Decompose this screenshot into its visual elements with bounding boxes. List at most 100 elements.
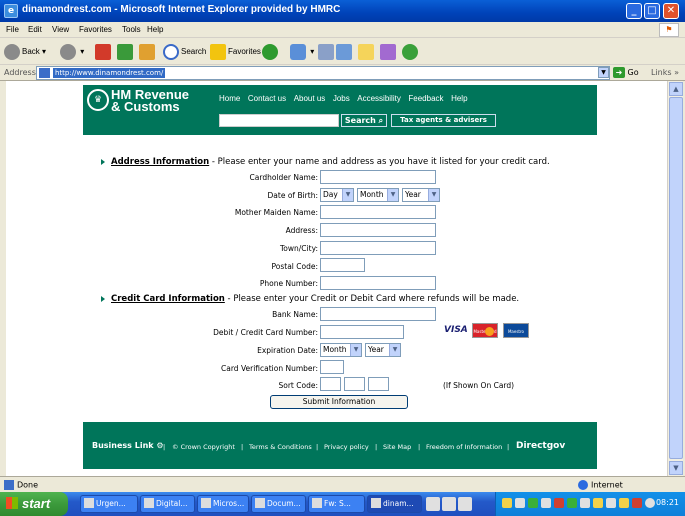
stop-icon [95,43,111,60]
home-button[interactable] [139,43,157,61]
status-text: Done [4,480,38,490]
nav-contact[interactable]: Contact us [248,94,286,103]
tray-icon[interactable] [515,498,525,508]
cvn-input[interactable] [320,360,344,374]
expiry-year-select[interactable]: Year ▼ [365,343,401,357]
edit-button[interactable] [336,43,354,61]
hmrc-name-line2: & Customs [111,99,180,114]
menu-tools[interactable]: Tools [122,25,141,34]
town-input[interactable] [320,241,436,255]
refresh-button[interactable] [117,43,135,61]
footer-privacy[interactable]: Privacy policy [324,443,369,451]
scroll-thumb[interactable] [669,97,683,459]
magnifier-icon: ⌕ [378,116,384,125]
menu-help[interactable]: Help [147,25,163,34]
back-button[interactable]: Back ▾ [4,43,46,61]
tray-icon[interactable] [580,498,590,508]
research-button[interactable] [380,43,398,61]
submit-button[interactable]: Submit Information [270,395,408,409]
vertical-scrollbar[interactable]: ▲ ▼ [667,81,683,476]
nav-accessibility[interactable]: Accessibility [357,94,401,103]
tray-icon[interactable] [502,498,512,508]
tray-icon[interactable] [554,498,564,508]
directgov-logo[interactable]: Directgov [516,441,565,451]
nav-about[interactable]: About us [294,94,326,103]
tray-icon[interactable] [541,498,551,508]
tax-agents-link[interactable]: Tax agents & advisers [391,114,496,127]
footer-sitemap[interactable]: Site Map [383,443,411,451]
task-button[interactable]: Fw: S... [308,495,365,513]
sort-code-input-1[interactable] [320,377,341,391]
menu-favorites[interactable]: Favorites [79,25,112,34]
nav-feedback[interactable]: Feedback [408,94,443,103]
sort-code-input-2[interactable] [344,377,365,391]
site-search-input[interactable] [219,114,339,127]
toolbar: Back ▾ ▾ Search Favorites ▾ [0,39,685,65]
mail-button[interactable]: ▾ [290,43,314,61]
maiden-name-input[interactable] [320,205,436,219]
menu-file[interactable]: File [6,25,19,34]
task-button[interactable]: Urgen... [80,495,138,513]
sort-code-input-3[interactable] [368,377,389,391]
scroll-up-icon[interactable]: ▲ [669,82,683,96]
tray-icon[interactable] [606,498,616,508]
address-input[interactable]: http://www.dinamondrest.com/ [36,66,610,80]
footer-copyright[interactable]: © Crown Copyright [172,443,235,451]
nav-home[interactable]: Home [219,94,240,103]
quicklaunch-icon[interactable] [426,497,440,511]
cardholder-input[interactable] [320,170,436,184]
messenger-button[interactable] [402,43,420,61]
window-title: dinamondrest.com - Microsoft Internet Ex… [22,4,341,15]
close-button[interactable]: ✕ [663,3,679,19]
dob-year-select[interactable]: Year ▼ [402,188,440,202]
task-button-active[interactable]: dinam... [367,495,422,513]
address-dropdown-icon[interactable]: ▼ [598,67,609,78]
task-button[interactable]: Micros... [197,495,249,513]
scroll-down-icon[interactable]: ▼ [669,461,683,475]
dob-day-select[interactable]: Day ▼ [320,188,354,202]
hmrc-header: ♛ HM Revenue & Customs Home Contact us A… [83,85,597,135]
history-button[interactable] [262,43,280,61]
address-input-field[interactable] [320,223,436,237]
phone-label: Phone Number: [259,279,318,288]
tray-icon[interactable] [645,498,655,508]
quicklaunch-icon[interactable] [442,497,456,511]
forward-button[interactable]: ▾ [60,43,84,61]
windows-logo-icon: ⚑ [659,23,679,37]
links-button[interactable]: Links » [651,68,679,77]
search-button[interactable]: Search [163,43,206,61]
print-button[interactable] [318,43,336,61]
footer-terms[interactable]: Terms & Conditions [249,443,312,451]
card-number-input[interactable] [320,325,404,339]
maximize-button[interactable]: □ [644,3,660,19]
town-label: Town/City: [280,244,318,253]
postal-code-input[interactable] [320,258,365,272]
expiry-month-select[interactable]: Month ▼ [320,343,362,357]
discuss-button[interactable] [358,43,376,61]
start-button[interactable]: start [0,492,68,516]
tray-icon[interactable] [593,498,603,508]
site-search-button[interactable]: Search ⌕ [341,114,387,127]
task-button[interactable]: Docum... [251,495,306,513]
refresh-icon [117,43,133,60]
tray-icon[interactable] [528,498,538,508]
nav-help[interactable]: Help [451,94,467,103]
quicklaunch-icon[interactable] [458,497,472,511]
stop-button[interactable] [95,43,113,61]
tray-icon[interactable] [567,498,577,508]
business-link-logo[interactable]: Business Link ⚙ [92,441,164,450]
menu-edit[interactable]: Edit [28,25,42,34]
dob-month-select[interactable]: Month ▼ [357,188,399,202]
minimize-button[interactable]: _ [626,3,642,19]
dropdown-icon: ▼ [387,189,398,201]
footer-foi[interactable]: Freedom of Information [426,443,502,451]
nav-jobs[interactable]: Jobs [333,94,350,103]
phone-input[interactable] [320,276,436,290]
bank-name-input[interactable] [320,307,436,321]
menu-view[interactable]: View [52,25,69,34]
tray-icon[interactable] [619,498,629,508]
go-button[interactable]: ➜ Go [613,67,639,78]
task-button[interactable]: Digital... [140,495,195,513]
tray-icon[interactable] [632,498,642,508]
favorites-button[interactable]: Favorites [210,43,261,61]
